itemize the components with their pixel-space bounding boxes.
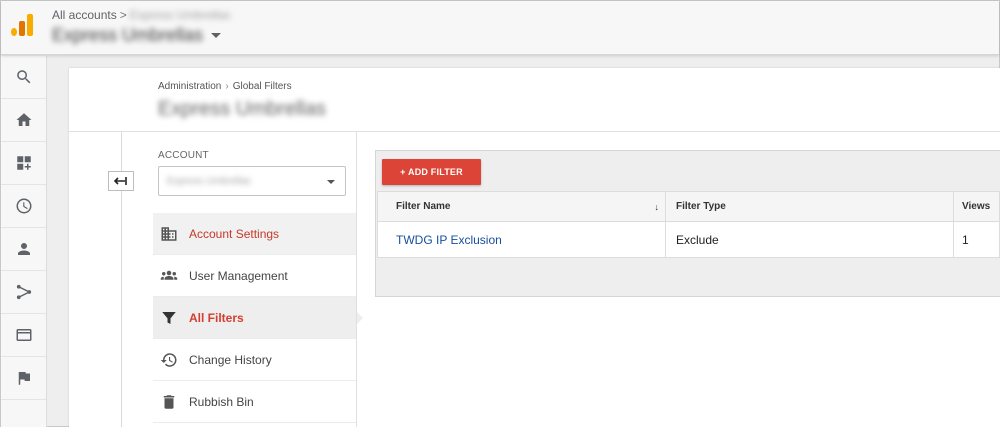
filters-table: Filter Name ↓ Filter Type Views TWDG IP … xyxy=(377,191,1000,258)
account-picker[interactable]: Express Umbrellas xyxy=(52,25,222,46)
nav-item-label: All Filters xyxy=(189,310,244,325)
nav-item-all-filters[interactable]: All Filters xyxy=(153,297,363,339)
chevron-right-icon: > xyxy=(119,8,127,22)
analytics-logo-icon[interactable] xyxy=(11,14,33,36)
account-picker-label: Express Umbrellas xyxy=(52,25,204,45)
nav-item-label: Account Settings xyxy=(189,226,280,241)
filter-type-cell: Exclude xyxy=(665,221,954,258)
column-header-label: Views xyxy=(962,201,991,212)
table-row: TWDG IP Exclusion Exclude 1 xyxy=(377,221,1000,258)
display-icon[interactable] xyxy=(1,314,46,357)
flag-icon[interactable] xyxy=(1,357,46,400)
search-icon[interactable] xyxy=(1,56,46,99)
clock-icon[interactable] xyxy=(1,185,46,228)
account-label: ACCOUNT xyxy=(158,150,209,161)
people-icon xyxy=(159,267,179,285)
filters-panel: + ADD FILTER Filter Name ↓ Filter Type V… xyxy=(375,150,1000,297)
nav-item-label: Rubbish Bin xyxy=(189,394,254,409)
account-select[interactable]: Express Umbrellas xyxy=(158,166,346,196)
left-rail xyxy=(1,56,47,427)
column-header-filter-type[interactable]: Filter Type xyxy=(665,191,954,222)
column-header-filter-name[interactable]: Filter Name ↓ xyxy=(377,191,666,222)
views-cell: 1 xyxy=(953,221,1000,258)
dashboard-icon[interactable] xyxy=(1,142,46,185)
nav-item-label: User Management xyxy=(189,268,288,283)
building-icon xyxy=(159,225,179,243)
chevron-right-icon: › xyxy=(225,81,229,92)
history-icon xyxy=(159,351,179,369)
home-icon[interactable] xyxy=(1,99,46,142)
caret-down-icon xyxy=(327,180,335,184)
trash-icon xyxy=(159,393,179,411)
branch-icon[interactable] xyxy=(1,271,46,314)
top-header: All accounts > Express Umbrellas Express U… xyxy=(1,1,999,55)
all-accounts-link[interactable]: All accounts xyxy=(52,8,117,22)
filter-name-link[interactable]: TWDG IP Exclusion xyxy=(377,221,666,258)
add-filter-button[interactable]: + ADD FILTER xyxy=(382,159,481,185)
column-header-views[interactable]: Views xyxy=(953,191,1000,222)
account-select-value: Express Umbrellas xyxy=(167,176,251,187)
back-button[interactable] xyxy=(108,171,134,191)
account-breadcrumb-sub[interactable]: Express Umbrellas xyxy=(130,8,231,22)
breadcrumb-global-filters: Global Filters xyxy=(232,81,292,92)
nav-item-label: Change History xyxy=(189,352,272,367)
nav-item-user-management[interactable]: User Management xyxy=(153,255,356,297)
nav-item-change-history[interactable]: Change History xyxy=(153,339,356,381)
page-title: Express Umbrellas xyxy=(158,98,326,120)
admin-card: Administration › Global Filters Express Um… xyxy=(69,68,1000,427)
arrow-left-icon xyxy=(114,177,127,185)
sort-down-icon[interactable]: ↓ xyxy=(655,202,660,212)
funnel-icon xyxy=(159,309,179,327)
column-header-label: Filter Name xyxy=(396,201,451,212)
column-divider xyxy=(356,132,357,427)
settings-nav: Account Settings User Management All Fil… xyxy=(153,213,363,423)
nav-item-account-settings[interactable]: Account Settings xyxy=(153,213,356,255)
nav-item-rubbish-bin[interactable]: Rubbish Bin xyxy=(153,381,356,423)
divider xyxy=(69,131,1000,132)
breadcrumb: Administration › Global Filters xyxy=(158,81,292,92)
caret-down-icon xyxy=(211,33,222,38)
account-breadcrumb: All accounts > Express Umbrellas xyxy=(52,8,230,22)
person-icon[interactable] xyxy=(1,228,46,271)
column-header-label: Filter Type xyxy=(676,201,726,212)
breadcrumb-administration[interactable]: Administration xyxy=(158,81,221,92)
